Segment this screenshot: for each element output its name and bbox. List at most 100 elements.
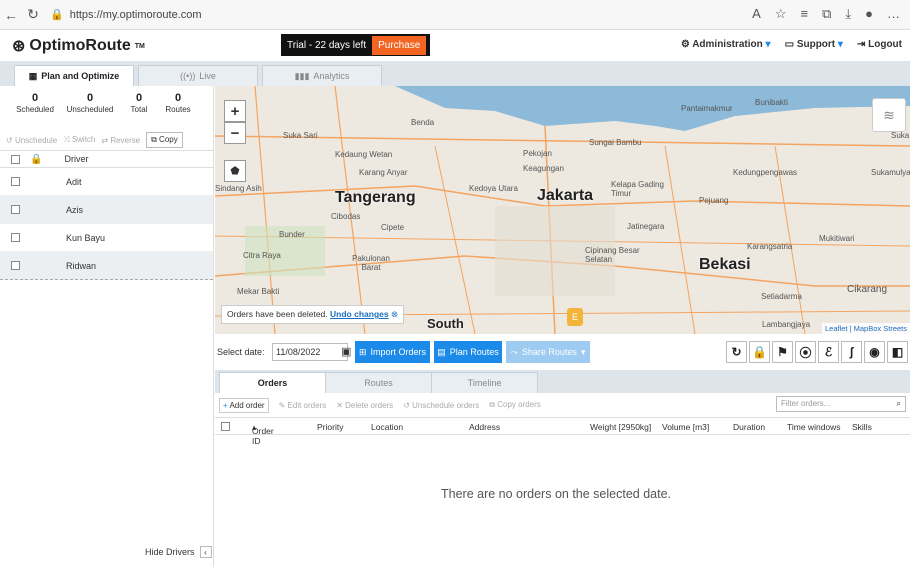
profile-icon[interactable]: ● — [865, 6, 873, 22]
zoom-out-button[interactable]: − — [224, 122, 246, 144]
column-weight[interactable]: Weight [2950kg] — [590, 422, 651, 432]
reverse-button[interactable]: ⇄ Reverse — [101, 136, 140, 145]
map-label: Bunibakti — [755, 98, 788, 107]
filter-orders-input[interactable]: Filter orders... ⌕ — [776, 396, 906, 412]
driver-actions: ↺ Unschedule ⤨ Switch ⇄ Reverse ⧉ Copy — [6, 132, 183, 148]
lock-icon[interactable]: 🔒 — [749, 341, 770, 363]
column-priority[interactable]: Priority — [317, 422, 343, 432]
map-label: Cibodas — [331, 212, 361, 221]
more-icon[interactable]: … — [887, 6, 900, 22]
map-label: Kedungpengawas — [733, 168, 798, 177]
logo: ⊛ OptimoRoute TM — [12, 37, 145, 55]
map-label: Mukitiwari — [819, 234, 855, 243]
driver-checkbox[interactable] — [11, 261, 20, 270]
draw-polygon-icon[interactable]: ⬟ — [224, 160, 246, 182]
refresh-icon[interactable]: ↻ — [22, 6, 44, 23]
tab-plan-and-optimize[interactable]: ▦ Plan and Optimize — [14, 65, 134, 86]
panel-toggle-icon[interactable]: ◧ — [887, 341, 908, 363]
flag-icon[interactable]: ⚑ — [772, 341, 793, 363]
trial-text: Trial - 22 days left — [287, 39, 367, 51]
date-input[interactable]: 11/08/2022 — [272, 343, 348, 361]
search-icon[interactable]: ⌕ — [897, 399, 901, 409]
download-icon[interactable]: ⤓ — [845, 6, 851, 22]
purchase-button[interactable]: Purchase — [372, 35, 427, 55]
driver-row[interactable]: Azis — [0, 196, 213, 224]
edit-orders-button[interactable]: ✎ Edit orders — [279, 401, 327, 410]
favorites-list-icon[interactable]: ≡ — [801, 6, 809, 22]
lock-icon[interactable]: 🔒 — [30, 154, 42, 165]
administration-menu[interactable]: ⚙ Administration ▾ — [681, 39, 771, 50]
support-menu[interactable]: ▭ Support ▾ — [785, 39, 843, 50]
pin-icon[interactable]: ⦿ — [795, 341, 816, 363]
select-all-checkbox[interactable] — [11, 154, 20, 164]
date-value: 11/08/2022 — [276, 347, 321, 357]
share-routes-button[interactable]: ⤳ Share Routes ▾ — [506, 341, 590, 363]
favorite-icon[interactable]: ☆ — [775, 6, 787, 22]
orders-toolbar: Select date: 11/08/2022 ▣ ⊞ Import Orders… — [215, 338, 910, 368]
close-icon[interactable]: ⊗ — [391, 309, 398, 319]
column-duration[interactable]: Duration — [733, 422, 765, 432]
main-tabs: ▦ Plan and Optimize ((•)) Live ▮▮▮ Analytic… — [0, 62, 910, 86]
back-icon[interactable]: ← — [0, 7, 22, 23]
map-tools: ↻ 🔒 ⚑ ⦿ ℰ ʃ ◉ ◧ — [726, 341, 908, 363]
route-pin-icon[interactable]: ℰ — [818, 341, 839, 363]
tab-routes[interactable]: Routes — [325, 372, 432, 393]
address-bar[interactable]: 🔒 https://my.optimoroute.com — [50, 8, 202, 22]
header-menu: ⚙ Administration ▾ ▭ Support ▾ ⇥ Logout — [681, 39, 902, 50]
plan-icon: ▤ — [437, 346, 446, 357]
map-label: Cipete — [381, 223, 405, 232]
plan-routes-button[interactable]: ▤ Plan Routes — [434, 341, 502, 363]
hide-drivers-label: Hide Drivers — [145, 547, 195, 557]
map[interactable]: Tangerang Jakarta Bekasi South Benda Suk… — [215, 86, 910, 334]
map-marker-icon[interactable]: E — [567, 308, 583, 326]
driver-checkbox[interactable] — [11, 233, 20, 242]
hide-drivers-toggle[interactable]: Hide Drivers ‹ — [145, 546, 212, 558]
stat-routes: 0 Routes — [165, 92, 191, 114]
column-time-windows[interactable]: Time windows — [787, 422, 841, 432]
stat-scheduled: 0 Scheduled — [16, 92, 54, 114]
logout-button[interactable]: ⇥ Logout — [857, 39, 902, 50]
undo-changes-link[interactable]: Undo changes — [330, 309, 389, 319]
column-volume[interactable]: Volume [m3] — [662, 422, 709, 432]
delete-orders-button[interactable]: ✕ Delete orders — [336, 401, 393, 410]
driver-checkbox[interactable] — [11, 177, 20, 186]
chevron-left-icon[interactable]: ‹ — [199, 546, 212, 558]
column-skills[interactable]: Skills — [852, 422, 872, 432]
map-label: Cikarang — [847, 284, 888, 295]
switch-button[interactable]: ⤨ Switch — [63, 135, 95, 145]
column-order-id[interactable]: Order ID ▴ — [252, 422, 274, 446]
driver-row[interactable]: Kun Bayu — [0, 224, 213, 252]
unschedule-button[interactable]: ↺ Unschedule — [6, 136, 57, 145]
copy-orders-button[interactable]: ⧉ Copy orders — [489, 400, 541, 410]
unschedule-orders-button[interactable]: ↺ Unschedule orders — [403, 401, 479, 410]
select-date-label: Select date: — [217, 347, 265, 357]
add-order-button[interactable]: + Add order — [219, 397, 269, 413]
column-address[interactable]: Address — [469, 422, 500, 432]
driver-name: Ridwan — [66, 260, 97, 271]
tab-live[interactable]: ((•)) Live — [138, 65, 258, 86]
driver-checkbox[interactable] — [11, 205, 20, 214]
select-all-orders-checkbox[interactable] — [221, 422, 230, 431]
refresh-icon[interactable]: ↻ — [726, 341, 747, 363]
map-label: Sungai Bambu — [589, 138, 642, 147]
zoom-in-button[interactable]: + — [224, 100, 246, 122]
import-orders-button[interactable]: ⊞ Import Orders — [355, 341, 430, 363]
calendar-icon[interactable]: ▣ — [341, 345, 351, 358]
globe-icon[interactable]: ◉ — [864, 341, 885, 363]
map-label: Suka — [891, 131, 910, 140]
column-location[interactable]: Location — [371, 422, 403, 432]
read-aloud-icon[interactable]: A — [752, 6, 761, 22]
driver-row[interactable]: Adit — [0, 168, 213, 196]
tab-timeline[interactable]: Timeline — [431, 372, 538, 393]
collections-icon[interactable]: ⧉ — [822, 6, 831, 22]
browser-tools: A ☆ ≡ ⧉ ⤓ ● … — [752, 6, 900, 22]
layers-icon[interactable]: ≋ — [872, 98, 906, 132]
tab-analytics[interactable]: ▮▮▮ Analytics — [262, 65, 382, 86]
driver-row[interactable]: Ridwan — [0, 252, 213, 280]
map-label: Mekar Bakti — [237, 287, 280, 296]
map-attribution[interactable]: Leaflet | MapBox Streets — [822, 323, 910, 334]
route-icon[interactable]: ʃ — [841, 341, 862, 363]
map-background — [215, 86, 910, 334]
copy-button[interactable]: ⧉ Copy — [146, 132, 183, 148]
tab-orders[interactable]: Orders — [219, 372, 326, 393]
